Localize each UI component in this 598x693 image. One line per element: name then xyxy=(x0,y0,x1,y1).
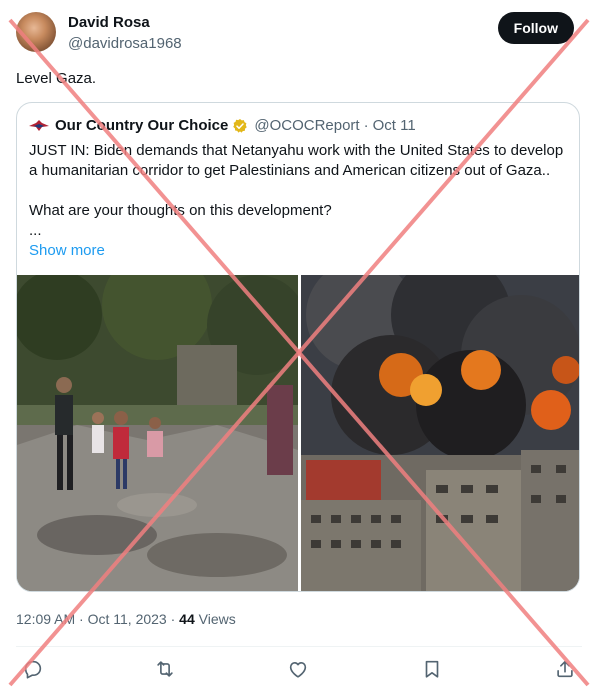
quoted-tweet[interactable]: Our Country Our Choice @OCOCReport · Oct… xyxy=(16,102,580,592)
quoted-handle[interactable]: @OCOCReport xyxy=(254,117,359,134)
author-name[interactable]: David Rosa xyxy=(68,14,150,31)
quoted-body-line-2: What are your thoughts on this developme… xyxy=(29,202,332,219)
quoted-body-ellipsis: ... xyxy=(29,222,42,239)
tweet-text: Level Gaza. xyxy=(16,70,97,87)
show-more-link[interactable]: Show more xyxy=(29,242,105,259)
photo-explosion-buildings[interactable] xyxy=(301,275,579,591)
bookmark-button[interactable] xyxy=(421,658,445,682)
divider xyxy=(16,646,582,647)
like-button[interactable] xyxy=(287,658,311,682)
views-count: 44 xyxy=(179,611,195,627)
separator-dot: · xyxy=(363,117,369,134)
verified-badge-icon xyxy=(233,118,248,133)
retweet-button[interactable] xyxy=(154,658,178,682)
quoted-body-line-1: JUST IN: Biden demands that Netanyahu wo… xyxy=(29,142,564,179)
avatar[interactable] xyxy=(16,12,56,52)
tweet-header: David Rosa @davidrosa1968 Follow xyxy=(16,12,582,56)
quoted-date[interactable]: Oct 11 xyxy=(373,117,416,134)
share-button[interactable] xyxy=(554,658,578,682)
retweet-icon xyxy=(157,661,173,677)
author-handle[interactable]: @davidrosa1968 xyxy=(68,35,182,52)
quoted-account-name[interactable]: Our Country Our Choice xyxy=(55,117,228,134)
bookmark-icon xyxy=(425,660,439,678)
views-label: Views xyxy=(194,611,236,627)
share-icon xyxy=(557,660,573,678)
timestamp[interactable]: 12:09 AM · Oct 11, 2023 · xyxy=(16,611,179,627)
reply-button[interactable] xyxy=(22,658,46,682)
like-icon xyxy=(289,662,307,678)
photo-street-rubble[interactable] xyxy=(17,275,298,591)
follow-button[interactable]: Follow xyxy=(497,12,574,44)
eagle-logo-icon xyxy=(29,119,49,131)
quoted-header: Our Country Our Choice @OCOCReport · Oct… xyxy=(29,117,416,134)
tweet-metadata: 12:09 AM · Oct 11, 2023 · 44 Views xyxy=(16,611,236,627)
action-bar xyxy=(16,658,582,682)
quoted-body: JUST IN: Biden demands that Netanyahu wo… xyxy=(29,141,574,241)
reply-icon xyxy=(24,660,42,679)
